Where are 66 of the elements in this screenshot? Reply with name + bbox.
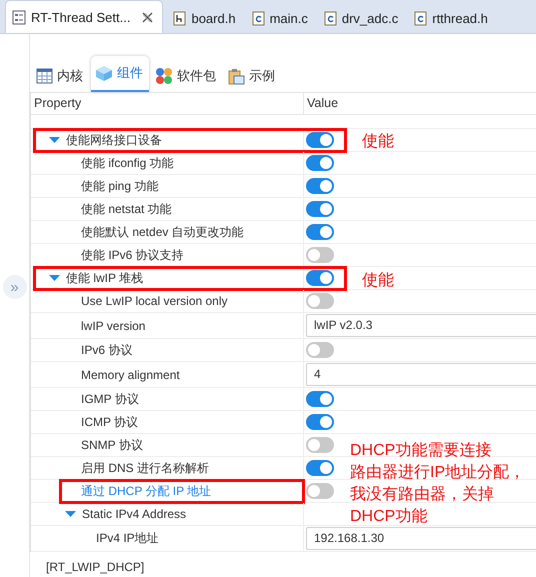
clipboard-icon [228,68,245,84]
annotation-note: 使能 [362,132,394,152]
property-label[interactable]: Use LwIP local version only [81,294,228,308]
value-field[interactable]: 4 [306,363,536,386]
toggle-switch[interactable] [306,224,334,240]
toggle-switch[interactable] [306,247,334,263]
toggle-switch[interactable] [306,178,334,194]
cube-icon [95,64,113,82]
property-label[interactable]: 使能默认 netdev 自动更改功能 [81,224,244,240]
table-icon [36,68,53,84]
property-label[interactable]: 使能 IPv6 协议支持 [81,246,184,264]
editor-tab[interactable]: board.h [167,3,242,33]
toggle-switch[interactable] [306,201,334,217]
editor-tab[interactable]: RT-Thread Sett... [5,0,164,33]
property-label[interactable]: Memory alignment [81,368,180,382]
editor-tab[interactable]: rtthread.h [408,3,494,33]
property-label[interactable]: 使能 ifconfig 功能 [81,154,174,172]
property-label[interactable]: 使能网络接口设备 [66,132,162,148]
toggle-switch[interactable] [306,270,334,286]
property-label[interactable]: 通过 DHCP 分配 IP 地址 [81,482,212,500]
column-header: Value [303,93,536,114]
property-label[interactable]: SNMP 协议 [81,436,143,454]
annotation-note: DHCP功能需要连接 [350,440,492,461]
config-tab[interactable]: 示例 [224,60,281,92]
annotation-note: 使能 [362,271,394,291]
toggle-switch[interactable] [306,391,334,407]
annotation-note: 我没有路由器，关掉 [350,484,494,505]
config-tab[interactable]: 组件 [91,56,149,92]
config-tab[interactable]: 内核 [32,60,89,92]
property-label[interactable]: IGMP 协议 [81,390,139,408]
toggle-switch[interactable] [306,414,334,430]
config-tab[interactable]: 软件包 [151,60,222,92]
toggle-switch[interactable] [306,342,334,358]
header-file-icon [173,10,186,26]
property-label[interactable]: IPv4 IP地址 [96,530,159,547]
expanded-arrow-icon[interactable] [49,136,60,144]
property-label[interactable]: 使能 netstat 功能 [81,200,172,218]
property-description: [RT_LWIP_DHCP] [45,559,146,574]
property-label[interactable]: IPv6 协议 [81,342,132,358]
annotation-note: 路由器进行IP地址分配， [350,462,526,483]
property-label[interactable]: 启用 DNS 进行名称解析 [81,460,210,476]
source-file-icon [414,10,428,26]
toggle-switch[interactable] [306,293,334,309]
property-label[interactable]: Static IPv4 Address [82,507,186,521]
toggle-switch[interactable] [306,460,334,476]
toggle-switch[interactable] [306,437,334,453]
colored-dots-icon [155,67,173,85]
editor-tab[interactable]: drv_adc.c [318,3,404,33]
source-file-icon [324,10,337,26]
property-label[interactable]: 使能 ping 功能 [81,178,158,194]
column-header: Property [33,95,82,112]
settings-file-icon [12,10,26,24]
expanded-arrow-icon[interactable] [49,274,60,282]
toggle-switch[interactable] [306,155,334,171]
expanded-arrow-icon[interactable] [65,510,76,518]
toggle-switch[interactable] [306,132,334,148]
property-label[interactable]: lwIP version [81,318,146,332]
value-field[interactable]: 192.168.1.30 [306,527,536,550]
close-icon[interactable] [141,10,154,24]
editor-tab[interactable]: main.c [246,3,314,33]
value-field[interactable]: lwIP v2.0.3 [306,314,536,337]
property-label[interactable]: ICMP 协议 [81,414,138,430]
property-label[interactable]: 使能 lwIP 堆栈 [66,270,144,286]
toggle-switch[interactable] [306,483,334,499]
source-file-icon [252,10,265,26]
annotation-note: DHCP功能 [350,506,428,527]
